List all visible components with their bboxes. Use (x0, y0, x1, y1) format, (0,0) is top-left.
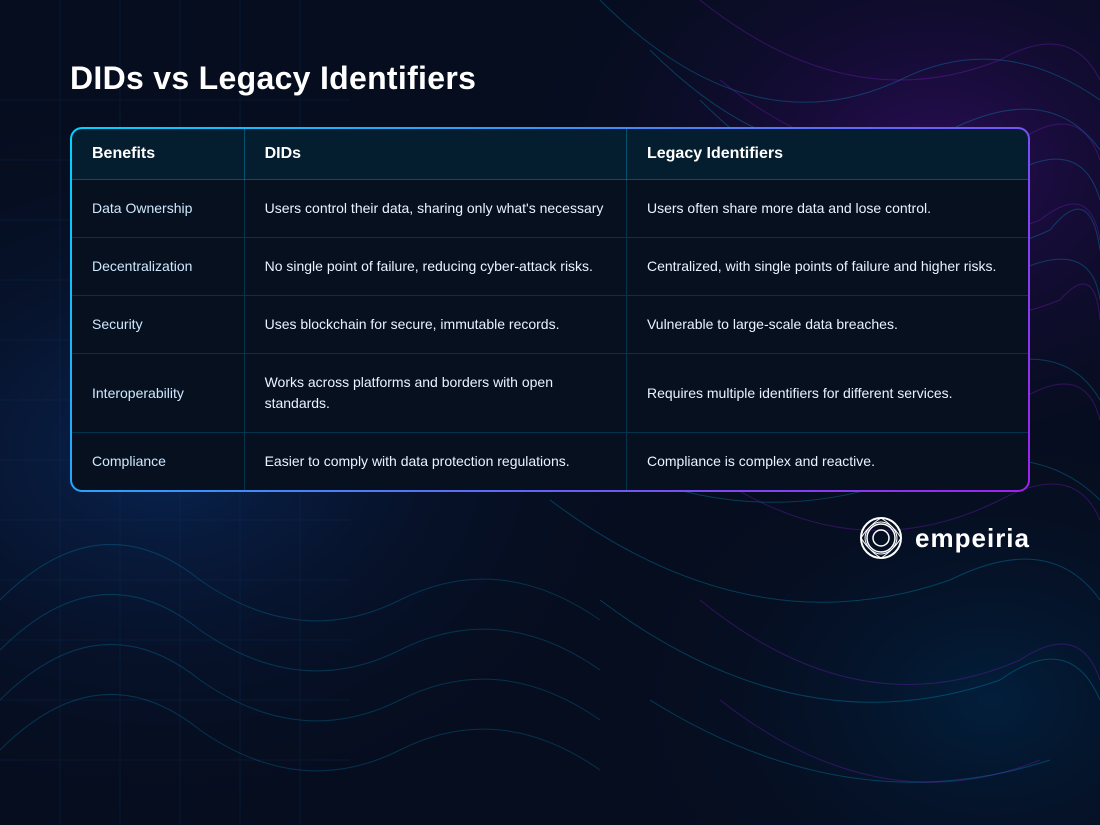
col-header-benefits: Benefits (72, 129, 244, 180)
cell-dids: Uses blockchain for secure, immutable re… (244, 296, 626, 354)
cell-dids: Works across platforms and borders with … (244, 354, 626, 433)
cell-dids: Users control their data, sharing only w… (244, 180, 626, 238)
cell-legacy: Centralized, with single points of failu… (626, 238, 1028, 296)
table-row: Data OwnershipUsers control their data, … (72, 180, 1028, 238)
cell-dids: Easier to comply with data protection re… (244, 433, 626, 491)
table-row: InteroperabilityWorks across platforms a… (72, 354, 1028, 433)
page-title: DIDs vs Legacy Identifiers (70, 60, 1030, 97)
table-row: DecentralizationNo single point of failu… (72, 238, 1028, 296)
cell-legacy: Requires multiple identifiers for differ… (626, 354, 1028, 433)
table-row: ComplianceEasier to comply with data pro… (72, 433, 1028, 491)
comparison-table: Benefits DIDs Legacy Identifiers Data Ow… (70, 127, 1030, 492)
cell-dids: No single point of failure, reducing cyb… (244, 238, 626, 296)
table-header-row: Benefits DIDs Legacy Identifiers (72, 129, 1028, 180)
col-header-legacy: Legacy Identifiers (626, 129, 1028, 180)
cell-legacy: Compliance is complex and reactive. (626, 433, 1028, 491)
brand-name: empeiria (915, 523, 1030, 554)
cell-benefit: Compliance (72, 433, 244, 491)
cell-benefit: Interoperability (72, 354, 244, 433)
cell-benefit: Decentralization (72, 238, 244, 296)
col-header-dids: DIDs (244, 129, 626, 180)
brand-bar: empeiria (70, 516, 1030, 560)
brand-logo-icon (859, 516, 903, 560)
table-row: SecurityUses blockchain for secure, immu… (72, 296, 1028, 354)
cell-legacy: Vulnerable to large-scale data breaches. (626, 296, 1028, 354)
cell-legacy: Users often share more data and lose con… (626, 180, 1028, 238)
cell-benefit: Security (72, 296, 244, 354)
cell-benefit: Data Ownership (72, 180, 244, 238)
